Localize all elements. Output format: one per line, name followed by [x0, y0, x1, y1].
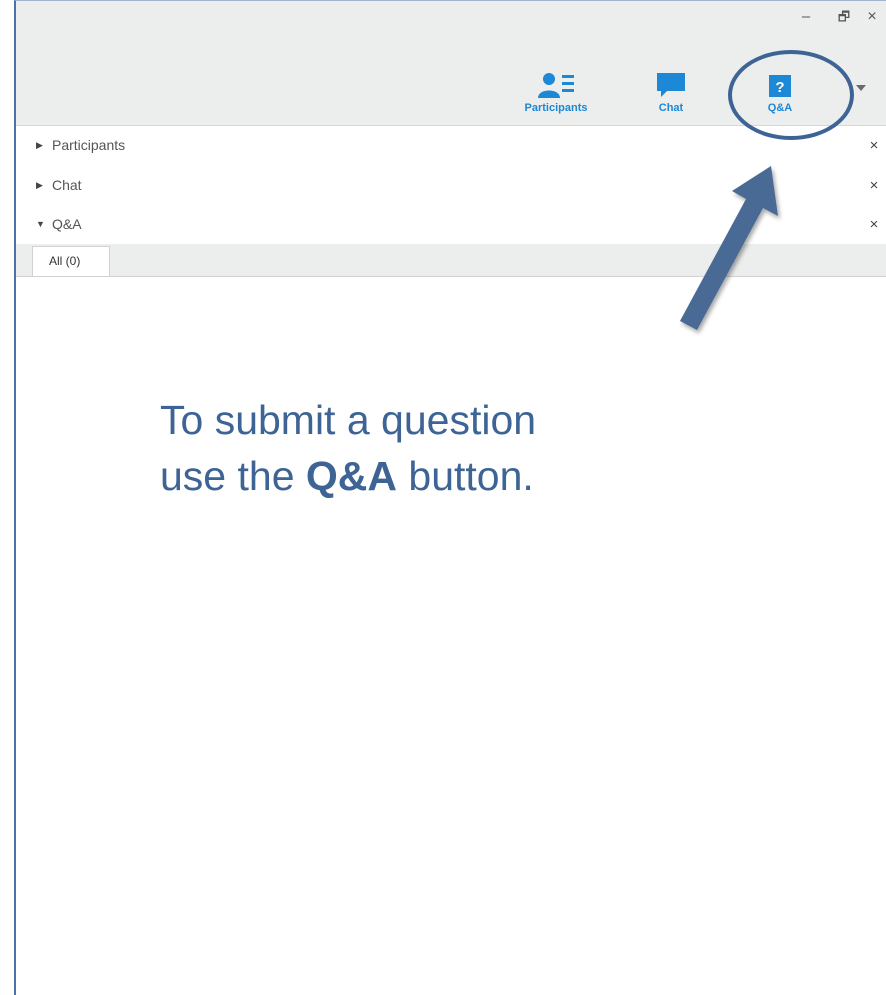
participants-button[interactable]: Participants — [516, 69, 596, 114]
collapsed-arrow-icon: ▶ — [36, 179, 43, 190]
expanded-arrow-icon: ▼ — [36, 219, 45, 229]
caption-pre: use the — [160, 453, 306, 499]
minimize-button[interactable]: – — [796, 7, 816, 27]
panel-qa-close[interactable]: × — [862, 216, 886, 233]
chat-label: Chat — [658, 102, 684, 114]
instruction-caption: To submit a question use the Q&A button. — [160, 392, 720, 504]
tab-all[interactable]: All (0) — [32, 246, 110, 276]
qa-tab-strip: All (0) — [16, 244, 886, 277]
panel-participants-label: Participants — [52, 137, 126, 153]
panel-qa-label: Q&A — [52, 216, 82, 232]
close-window-button[interactable]: × — [862, 7, 882, 27]
participants-icon — [516, 69, 596, 99]
panel-qa[interactable]: ▼ Q&A × — [16, 204, 886, 244]
caption-line-1: To submit a question — [160, 397, 537, 443]
caption-post: button. — [397, 453, 534, 499]
caption-line-2: use the Q&A button. — [160, 448, 720, 504]
chat-button[interactable]: Chat — [646, 69, 696, 114]
chat-bubble-icon — [646, 69, 696, 99]
collapsed-arrow-icon: ▶ — [36, 139, 43, 150]
panel-participants-close[interactable]: × — [862, 137, 886, 154]
panel-chat-close[interactable]: × — [862, 177, 886, 194]
callout-circle — [728, 50, 854, 140]
more-dropdown-icon[interactable] — [856, 85, 866, 91]
panel-chat-label: Chat — [52, 177, 82, 193]
caption-qa-bold: Q&A — [305, 453, 397, 499]
panel-chat[interactable]: ▶ Chat × — [16, 165, 886, 205]
restore-button[interactable]: 🗗 — [834, 7, 854, 27]
participants-label: Participants — [524, 102, 588, 114]
